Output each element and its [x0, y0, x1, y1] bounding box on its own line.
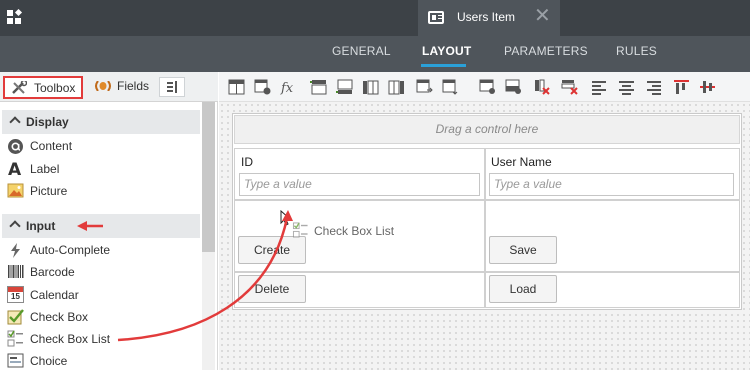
section-display-title: Display — [26, 115, 69, 129]
check-box-list-icon — [7, 330, 23, 347]
toolbox-item-choice[interactable]: Choice — [30, 354, 67, 368]
barcode-icon — [8, 265, 24, 278]
chevron-up-icon — [9, 116, 21, 128]
label-icon: A — [8, 160, 22, 177]
load-button[interactable]: Load — [489, 275, 557, 303]
toolbox-item-content[interactable]: Content — [30, 139, 72, 153]
section-display[interactable]: Display — [2, 110, 200, 134]
unsplit-cell-icon[interactable] — [505, 79, 522, 95]
tab-fields[interactable]: Fields — [91, 76, 149, 99]
list-toggle-icon — [167, 81, 177, 93]
toolbox-item-label[interactable]: Label — [30, 162, 59, 176]
tab-toolbox-label: Toolbox — [34, 81, 76, 95]
layout-toolbar: fx — [219, 72, 750, 102]
merge-down-icon[interactable] — [442, 79, 459, 95]
designer-tabs: GENERAL LAYOUT PARAMETERS RULES — [0, 36, 750, 72]
form-item-icon — [428, 11, 444, 24]
toolbox-item-auto-complete[interactable]: Auto-Complete — [30, 243, 110, 257]
document-tab[interactable]: Users Item ✕ — [418, 0, 560, 36]
insert-row-above-icon[interactable] — [310, 79, 327, 95]
split-cell-icon[interactable] — [479, 79, 496, 95]
drag-preview: Check Box List — [292, 222, 402, 240]
drag-preview-label: Check Box List — [314, 224, 395, 238]
content-icon — [8, 139, 23, 154]
tab-toolbox[interactable]: Toolbox — [3, 76, 83, 99]
drag-control-drop-zone[interactable]: Drag a control here — [234, 115, 740, 144]
toolbox-item-calendar[interactable]: Calendar — [30, 288, 79, 302]
align-middle-icon[interactable] — [699, 79, 716, 95]
id-label: ID — [241, 155, 253, 169]
align-center-icon[interactable] — [618, 79, 635, 95]
mouse-cursor-icon — [280, 210, 292, 226]
delete-column-icon[interactable] — [533, 79, 550, 95]
title-bar: Users Item ✕ — [0, 0, 750, 36]
picture-icon — [7, 183, 24, 198]
align-left-icon[interactable] — [591, 79, 608, 95]
panel-tabs: Toolbox Fields — [0, 72, 218, 102]
toolbox-item-check-box-list[interactable]: Check Box List — [30, 332, 110, 346]
toolbox-panel: Toolbox Fields Display Content A Label P… — [0, 72, 218, 370]
insert-table-icon[interactable] — [228, 79, 245, 95]
panel-toggle-button[interactable] — [159, 77, 185, 97]
delete-row-icon[interactable] — [561, 79, 578, 95]
choice-icon — [7, 353, 24, 368]
chevron-up-icon — [9, 220, 21, 232]
align-top-icon[interactable] — [673, 79, 690, 95]
id-input[interactable]: Type a value — [239, 173, 480, 196]
active-tab-indicator — [421, 64, 466, 67]
svg-text:fx: fx — [280, 81, 294, 95]
insert-column-left-icon[interactable] — [362, 79, 379, 95]
toolbox-scrollbar-thumb[interactable] — [202, 102, 215, 252]
merge-right-icon[interactable] — [416, 79, 433, 95]
check-box-list-icon — [292, 222, 308, 238]
create-button[interactable]: Create — [238, 236, 306, 264]
table-wizard-icon[interactable] — [254, 79, 271, 95]
toolbox-item-picture[interactable]: Picture — [30, 184, 67, 198]
delete-button[interactable]: Delete — [238, 275, 306, 303]
calendar-day: 15 — [11, 292, 20, 301]
align-right-icon[interactable] — [645, 79, 662, 95]
section-input-title: Input — [26, 219, 56, 233]
fields-icon — [95, 81, 111, 91]
toolbox-item-barcode[interactable]: Barcode — [30, 265, 75, 279]
function-fx-icon[interactable]: fx — [280, 79, 297, 95]
tools-icon — [12, 81, 27, 94]
section-input[interactable]: Input — [2, 214, 200, 238]
svg-text:A: A — [8, 160, 22, 177]
document-tab-title: Users Item — [457, 10, 516, 24]
tab-fields-label: Fields — [117, 79, 150, 93]
insert-row-below-icon[interactable] — [336, 79, 353, 95]
save-button[interactable]: Save — [489, 236, 557, 264]
user-name-label: User Name — [491, 155, 552, 169]
tab-general[interactable]: GENERAL — [332, 44, 391, 58]
calendar-icon: 15 — [7, 286, 24, 303]
close-icon[interactable]: ✕ — [534, 6, 551, 26]
insert-column-right-icon[interactable] — [388, 79, 405, 95]
user-name-input[interactable]: Type a value — [489, 173, 734, 196]
tab-rules[interactable]: RULES — [616, 44, 657, 58]
tab-parameters[interactable]: PARAMETERS — [504, 44, 588, 58]
tab-layout[interactable]: LAYOUT — [422, 44, 471, 58]
auto-complete-icon — [11, 243, 20, 258]
check-box-icon — [7, 309, 24, 325]
toolbox-item-check-box[interactable]: Check Box — [30, 310, 88, 324]
app-grid-icon[interactable] — [7, 9, 23, 25]
